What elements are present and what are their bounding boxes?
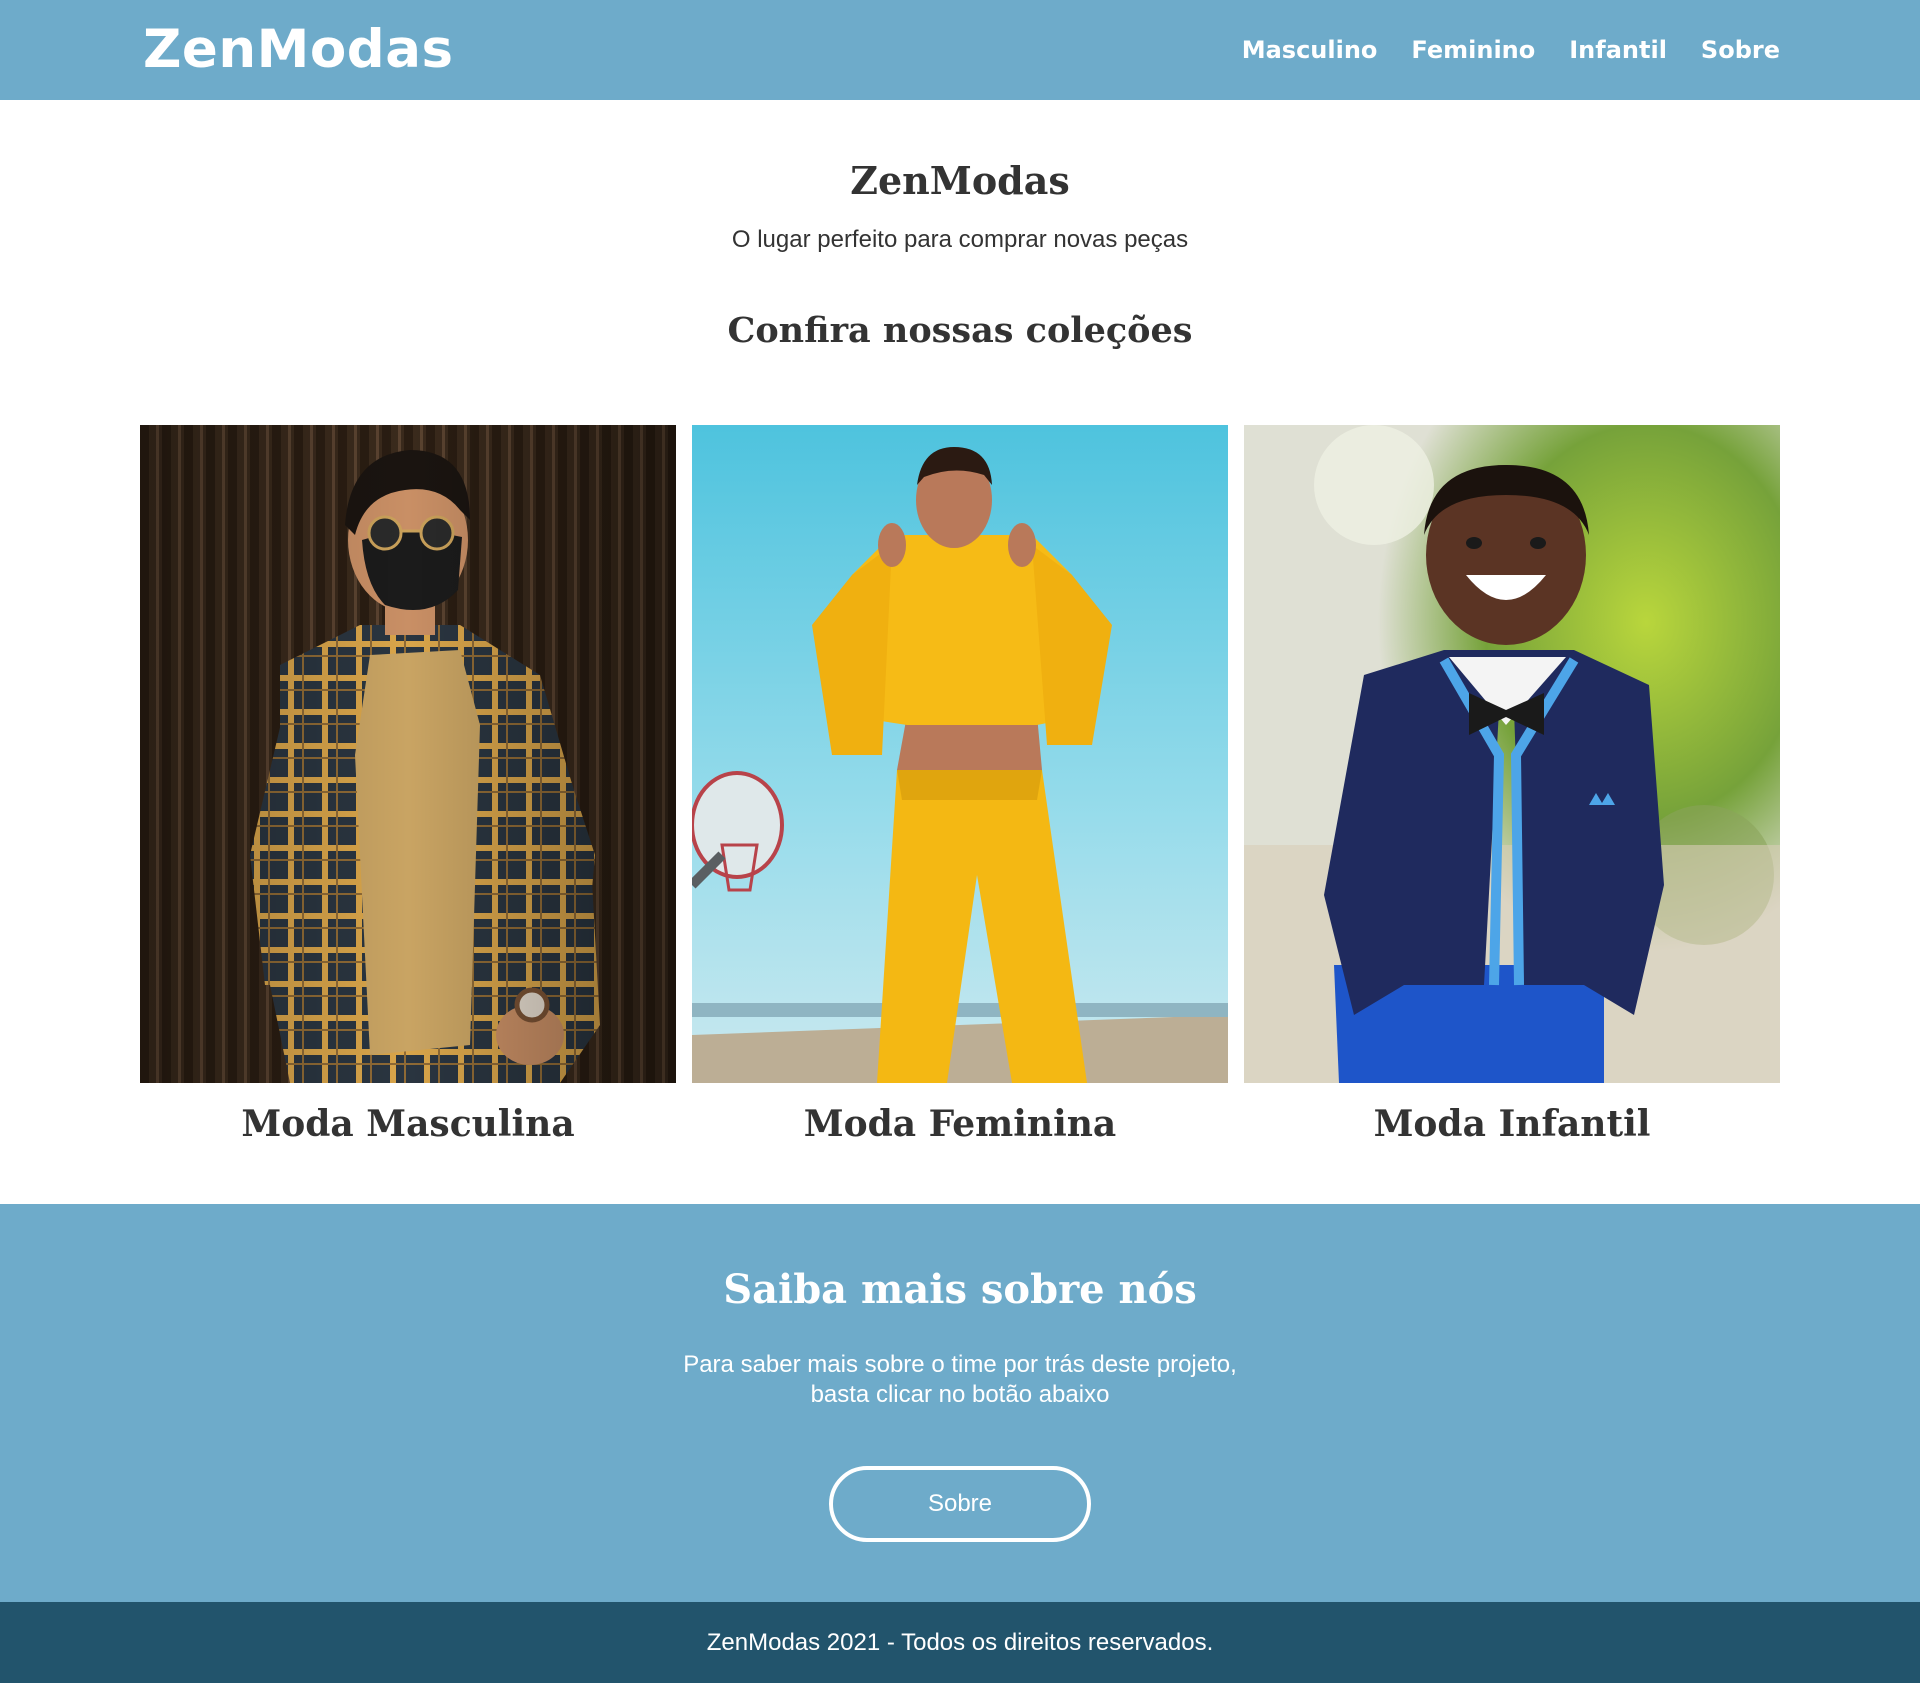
collection-title-masculina[interactable]: Moda Masculina	[140, 1103, 676, 1145]
nav-link-sobre[interactable]: Sobre	[1701, 36, 1780, 64]
page-footer: ZenModas 2021 - Todos os direitos reserv…	[0, 1602, 1920, 1683]
top-navbar: ZenModas Masculino Feminino Infantil Sob…	[0, 0, 1920, 100]
collections-heading: Confira nossas coleções	[727, 310, 1193, 351]
man-plaid-shirt-image	[140, 425, 676, 1083]
brand-subtitle: O lugar perfeito para comprar novas peça…	[731, 226, 1189, 253]
about-heading: Saiba mais sobre nós	[723, 1266, 1197, 1313]
main-nav: Masculino Feminino Infantil Sobre	[1242, 0, 1780, 100]
nav-link-infantil[interactable]: Infantil	[1569, 36, 1667, 64]
site-logo[interactable]: ZenModas	[143, 10, 454, 90]
about-button[interactable]: Sobre	[829, 1466, 1091, 1542]
boy-navy-cardigan-image	[1244, 425, 1780, 1083]
about-text-line-2: basta clicar no botão abaixo	[810, 1381, 1110, 1408]
collection-title-infantil[interactable]: Moda Infantil	[1244, 1103, 1780, 1145]
collection-card-feminina[interactable]: Moda Feminina	[692, 425, 1228, 1145]
about-description: Para saber mais sobre o time por trás de…	[0, 1350, 1920, 1410]
woman-yellow-tracksuit-image	[692, 425, 1228, 1083]
about-section: Saiba mais sobre nós Para saber mais sob…	[0, 1204, 1920, 1602]
collection-card-infantil[interactable]: Moda Infantil	[1244, 425, 1780, 1145]
nav-link-masculino[interactable]: Masculino	[1242, 36, 1378, 64]
masculina-photo[interactable]	[140, 425, 676, 1083]
brand-title: ZenModas	[850, 158, 1070, 203]
collection-title-feminina[interactable]: Moda Feminina	[692, 1103, 1228, 1145]
infantil-photo[interactable]	[1244, 425, 1780, 1083]
nav-link-feminino[interactable]: Feminino	[1411, 36, 1535, 64]
collection-card-masculina[interactable]: Moda Masculina	[140, 425, 676, 1145]
feminina-photo[interactable]	[692, 425, 1228, 1083]
about-text-line-1: Para saber mais sobre o time por trás de…	[683, 1351, 1237, 1378]
footer-copyright: ZenModas 2021 - Todos os direitos reserv…	[706, 1628, 1214, 1656]
